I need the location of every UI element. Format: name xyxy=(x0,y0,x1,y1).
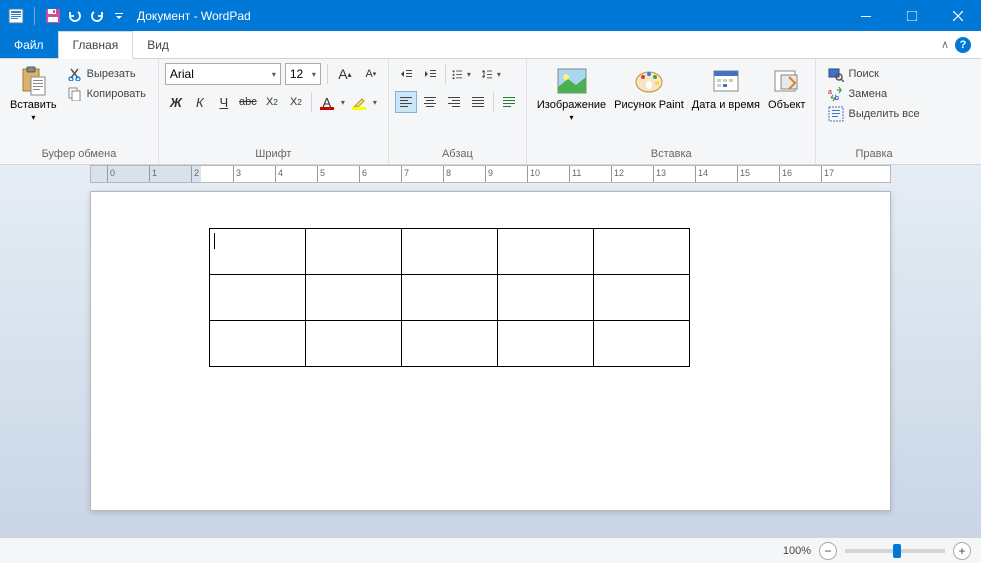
save-icon[interactable] xyxy=(45,8,61,24)
table-cell[interactable] xyxy=(210,229,306,275)
underline-button[interactable]: Ч xyxy=(213,91,235,113)
decrease-indent-button[interactable] xyxy=(395,63,417,85)
table-cell[interactable] xyxy=(594,321,690,367)
group-editing: Поиск ab Замена Выделить все Правка xyxy=(816,59,931,164)
table-cell[interactable] xyxy=(306,321,402,367)
document-table[interactable] xyxy=(209,228,690,367)
italic-button[interactable]: К xyxy=(189,91,211,113)
table-cell[interactable] xyxy=(210,275,306,321)
table-cell[interactable] xyxy=(402,275,498,321)
close-button[interactable] xyxy=(935,0,981,31)
group-insert: Изображение▾ Рисунок Paint Дата и время … xyxy=(527,59,817,164)
justify-button[interactable] xyxy=(467,91,489,113)
table-cell[interactable] xyxy=(594,229,690,275)
insert-object-button[interactable]: Объект xyxy=(764,63,809,113)
window-title: Документ - WordPad xyxy=(137,9,251,23)
strikethrough-button[interactable]: abc xyxy=(237,91,259,113)
font-name-select[interactable]: Arial▾ xyxy=(165,63,281,85)
help-icon[interactable]: ? xyxy=(955,37,971,53)
align-right-button[interactable] xyxy=(443,91,465,113)
image-icon xyxy=(556,65,588,97)
align-left-button[interactable] xyxy=(395,91,417,113)
bold-button[interactable]: Ж xyxy=(165,91,187,113)
line-spacing-button[interactable]: ▾ xyxy=(480,63,502,85)
status-bar: 100% − + xyxy=(0,537,981,563)
zoom-in-button[interactable]: + xyxy=(953,542,971,560)
app-icon xyxy=(8,8,24,24)
replace-button[interactable]: ab Замена xyxy=(824,85,923,103)
ribbon-collapse-icon[interactable]: ∧ xyxy=(941,38,949,51)
superscript-button[interactable]: X2 xyxy=(285,91,307,113)
ruler[interactable]: 32101234567891011121314151617 xyxy=(90,165,891,183)
minimize-button[interactable] xyxy=(843,0,889,31)
paint-icon xyxy=(633,65,665,97)
ribbon: Вставить▾ Вырезать Копировать Буфер обме… xyxy=(0,59,981,165)
bullets-button[interactable]: ▾ xyxy=(450,63,472,85)
zoom-level: 100% xyxy=(783,545,811,557)
svg-text:a: a xyxy=(828,89,832,96)
insert-image-button[interactable]: Изображение▾ xyxy=(533,63,610,125)
table-cell[interactable] xyxy=(306,229,402,275)
redo-icon[interactable] xyxy=(89,8,105,24)
title-bar: Документ - WordPad xyxy=(0,0,981,31)
grow-font-button[interactable]: A▴ xyxy=(334,63,356,85)
svg-text:b: b xyxy=(835,95,839,102)
table-cell[interactable] xyxy=(498,321,594,367)
table-cell[interactable] xyxy=(210,321,306,367)
cut-icon xyxy=(67,66,83,82)
tab-row: Файл Главная Вид ∧ ? xyxy=(0,31,981,59)
table-cell[interactable] xyxy=(498,229,594,275)
table-cell[interactable] xyxy=(402,229,498,275)
cut-button[interactable]: Вырезать xyxy=(63,65,150,83)
increase-indent-button[interactable] xyxy=(419,63,441,85)
insert-paint-button[interactable]: Рисунок Paint xyxy=(610,63,688,113)
tab-file[interactable]: Файл xyxy=(0,31,58,58)
table-cell[interactable] xyxy=(498,275,594,321)
copy-icon xyxy=(67,86,83,102)
font-color-button[interactable]: A▾ xyxy=(316,91,338,113)
object-icon xyxy=(771,65,803,97)
highlight-button[interactable]: ▾ xyxy=(348,91,370,113)
undo-icon[interactable] xyxy=(67,8,83,24)
selectall-button[interactable]: Выделить все xyxy=(824,105,923,123)
document-page[interactable] xyxy=(90,191,891,511)
group-font: Arial▾ 12▾ A▴ A▾ Ж К Ч abc X2 X2 A▾ ▾ Шр… xyxy=(159,59,389,164)
zoom-out-button[interactable]: − xyxy=(819,542,837,560)
qat-dropdown-icon[interactable] xyxy=(111,8,127,24)
zoom-slider[interactable] xyxy=(845,549,945,553)
subscript-button[interactable]: X2 xyxy=(261,91,283,113)
table-cell[interactable] xyxy=(402,321,498,367)
shrink-font-button[interactable]: A▾ xyxy=(360,63,382,85)
workspace: 32101234567891011121314151617 xyxy=(0,165,981,537)
table-cell[interactable] xyxy=(306,275,402,321)
align-center-button[interactable] xyxy=(419,91,441,113)
table-cell[interactable] xyxy=(594,275,690,321)
group-paragraph: ▾ ▾ Абзац xyxy=(389,59,527,164)
paragraph-dialog-button[interactable] xyxy=(498,91,520,113)
replace-icon: ab xyxy=(828,86,844,102)
tab-view[interactable]: Вид xyxy=(133,31,184,58)
find-icon xyxy=(828,66,844,82)
copy-button[interactable]: Копировать xyxy=(63,85,150,103)
paste-icon xyxy=(17,65,49,97)
insert-datetime-button[interactable]: Дата и время xyxy=(688,63,764,113)
maximize-button[interactable] xyxy=(889,0,935,31)
tab-home[interactable]: Главная xyxy=(58,31,134,59)
font-size-select[interactable]: 12▾ xyxy=(285,63,321,85)
group-clipboard: Вставить▾ Вырезать Копировать Буфер обме… xyxy=(0,59,159,164)
paste-button[interactable]: Вставить▾ xyxy=(6,63,61,125)
selectall-icon xyxy=(828,106,844,122)
datetime-icon xyxy=(710,65,742,97)
quick-access-toolbar xyxy=(8,7,127,25)
find-button[interactable]: Поиск xyxy=(824,65,923,83)
